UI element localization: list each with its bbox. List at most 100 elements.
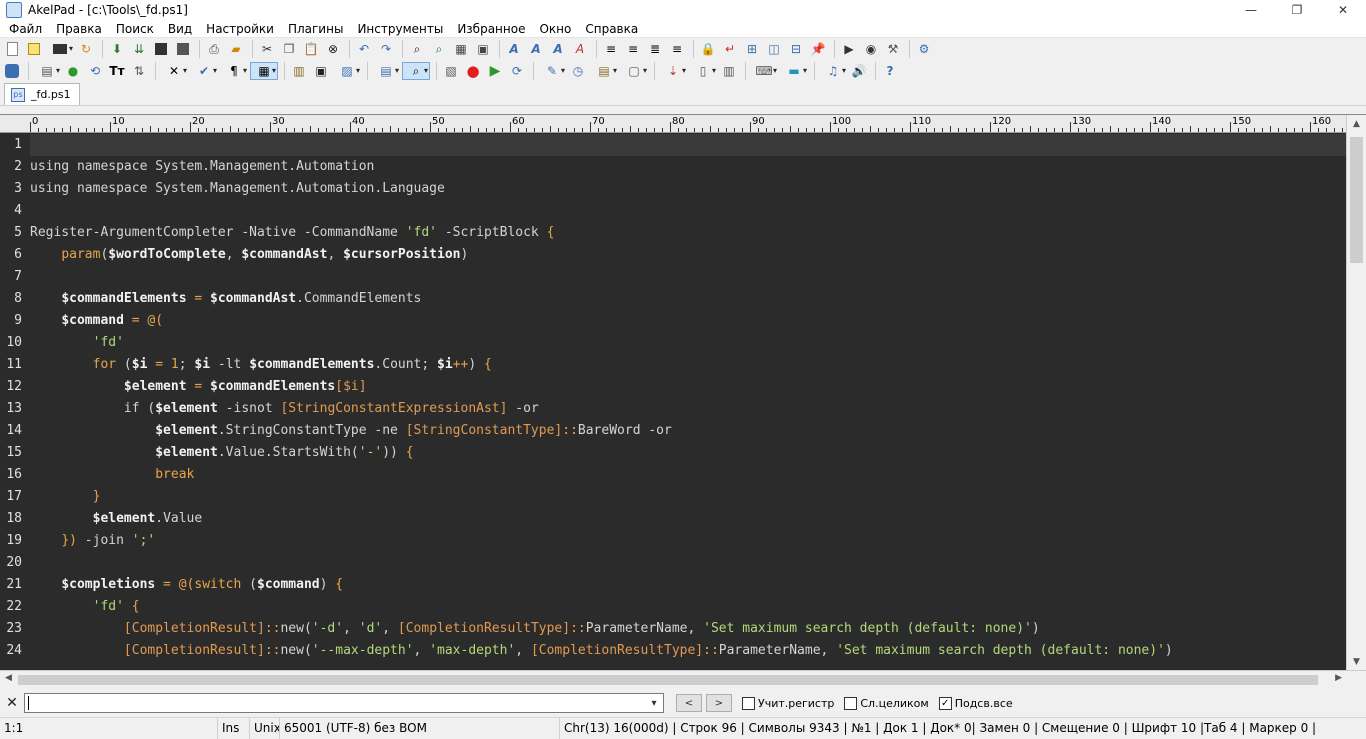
code-line[interactable]: $element.Value — [30, 508, 1346, 530]
reopen-icon[interactable]: ↻ — [76, 40, 96, 58]
tools-icon[interactable]: ⚒ — [883, 40, 903, 58]
scroll-right-icon[interactable]: ▶ — [1335, 673, 1342, 683]
code-line[interactable]: [CompletionResult]::new('-d', 'd', [Comp… — [30, 618, 1346, 640]
music-icon[interactable]: ♫ — [819, 62, 847, 80]
vertical-scrollbar[interactable]: ▲ ▼ — [1346, 115, 1366, 671]
help-icon[interactable]: ? — [880, 62, 900, 80]
save-session-icon[interactable]: ▣ — [311, 62, 331, 80]
scroll-thumb[interactable] — [1350, 137, 1363, 263]
split-horizontal-icon[interactable]: ⊟ — [786, 40, 806, 58]
code-area[interactable]: using namespace System.Management.Automa… — [30, 134, 1346, 671]
coder-icon[interactable]: ▤ — [33, 62, 61, 80]
code-line[interactable]: param($wordToComplete, $commandAst, $cur… — [30, 244, 1346, 266]
redo-icon[interactable]: ↷ — [376, 40, 396, 58]
code-line[interactable]: $element = $commandElements[$i] — [30, 376, 1346, 398]
find-icon[interactable]: ⌕ — [407, 40, 427, 58]
clock-icon[interactable]: ◷ — [568, 62, 588, 80]
align-justify-icon[interactable]: ≣ — [645, 40, 665, 58]
options-icon[interactable]: ⚙ — [914, 40, 934, 58]
menu-settings[interactable]: Настройки — [199, 20, 281, 38]
menu-search[interactable]: Поиск — [109, 20, 161, 38]
speech-icon[interactable]: 🔊 — [849, 62, 869, 80]
font-color-icon[interactable]: A — [526, 40, 546, 58]
autocomplete-icon[interactable]: ⟲ — [85, 62, 105, 80]
spellcheck-icon[interactable]: ✔ — [190, 62, 218, 80]
code-line[interactable] — [30, 134, 1346, 156]
save-copy-icon[interactable] — [173, 40, 193, 58]
paragraph-icon[interactable]: ¶ — [220, 62, 248, 80]
editor[interactable]: 0 10 20 30 40 50 60 70 80 90 100 110 120 130 140 150 160… — [0, 114, 1366, 671]
save-icon[interactable]: ⬇ — [107, 40, 127, 58]
search-mode-icon[interactable]: ⌕ — [402, 62, 430, 80]
status-newline[interactable]: Unix — [250, 717, 280, 739]
sort-lines-icon[interactable]: ⇣ — [659, 62, 687, 80]
code-line[interactable]: using namespace System.Management.Automa… — [30, 178, 1346, 200]
scripts-icon[interactable]: ✎ — [538, 62, 566, 80]
print-preview-icon[interactable]: ▰ — [226, 40, 246, 58]
align-center-icon[interactable]: ≡ — [623, 40, 643, 58]
align-right-icon[interactable]: ≡ — [667, 40, 687, 58]
highlight-all-checkbox[interactable]: ✓ Подсв.все — [938, 696, 1013, 710]
format-icon[interactable]: ▤ — [372, 62, 400, 80]
menu-edit[interactable]: Правка — [49, 20, 109, 38]
status-insert-mode[interactable]: Ins — [218, 717, 250, 739]
find-next-button[interactable]: > — [706, 694, 732, 712]
find-input[interactable]: ▾ — [24, 693, 664, 713]
code-line[interactable]: using namespace System.Management.Automa… — [30, 156, 1346, 178]
close-button[interactable]: ✕ — [1320, 0, 1366, 20]
code-line[interactable]: $completions = @(switch ($command) { — [30, 574, 1346, 596]
menu-view[interactable]: Вид — [161, 20, 199, 38]
print-icon[interactable]: ⎙ — [204, 40, 224, 58]
split-vertical-icon[interactable]: ◫ — [764, 40, 784, 58]
macro-icon[interactable]: ▧ — [441, 62, 461, 80]
text-transform-icon[interactable]: Tт — [107, 62, 127, 80]
align-left-icon[interactable]: ≡ — [601, 40, 621, 58]
highlight-icon[interactable]: ● — [63, 62, 83, 80]
maximize-button[interactable]: ❐ — [1274, 0, 1320, 20]
new-window-icon[interactable] — [24, 40, 44, 58]
code-line[interactable] — [30, 200, 1346, 222]
keyboard-icon[interactable]: ⌨ — [750, 62, 778, 80]
code-line[interactable]: [CompletionResult]::new('--max-depth', '… — [30, 640, 1346, 662]
delete-icon[interactable]: ⊗ — [323, 40, 343, 58]
find-prev-button[interactable]: < — [676, 694, 702, 712]
image-icon[interactable]: ▨ — [333, 62, 361, 80]
line-board-icon[interactable]: ▥ — [719, 62, 739, 80]
code-line[interactable]: Register-ArgumentCompleter -Native -Comm… — [30, 222, 1346, 244]
scroll-down-icon[interactable]: ▼ — [1347, 653, 1366, 671]
menu-favorites[interactable]: Избранное — [450, 20, 532, 38]
code-line[interactable]: $element.StringConstantType -ne [StringC… — [30, 420, 1346, 442]
split-window-icon[interactable]: ⊞ — [742, 40, 762, 58]
close-find-icon[interactable]: ✕ — [0, 695, 24, 711]
minimap-icon[interactable]: ▬ — [780, 62, 808, 80]
status-position[interactable]: 1:1 — [0, 717, 218, 739]
repeat-macro-icon[interactable]: ⟳ — [507, 62, 527, 80]
chevron-down-icon[interactable]: ▾ — [645, 694, 663, 712]
paste-icon[interactable]: 📋 — [301, 40, 321, 58]
code-line[interactable]: $element.Value.StartsWith('-')) { — [30, 442, 1346, 464]
close-tag-icon[interactable]: ✕ — [160, 62, 188, 80]
cut-icon[interactable]: ✂ — [257, 40, 277, 58]
templates-icon[interactable]: ▤ — [590, 62, 618, 80]
find-next-icon[interactable]: ⌕ — [429, 40, 449, 58]
snippets-icon[interactable]: ▢ — [620, 62, 648, 80]
code-line[interactable]: $commandElements = $commandAst.CommandEl… — [30, 288, 1346, 310]
open-file-icon[interactable] — [46, 40, 74, 58]
code-line[interactable] — [30, 552, 1346, 574]
whole-word-checkbox[interactable]: Сл.целиком — [844, 696, 929, 710]
code-line[interactable]: 'fd' { — [30, 596, 1346, 618]
code-line[interactable]: break — [30, 464, 1346, 486]
lock-icon[interactable]: 🔒 — [698, 40, 718, 58]
code-line[interactable]: if ($element -isnot [StringConstantExpre… — [30, 398, 1346, 420]
font-bold-icon[interactable]: A — [548, 40, 568, 58]
view-mode-icon[interactable]: ▦ — [250, 62, 278, 80]
goto-line-icon[interactable]: ▣ — [473, 40, 493, 58]
column-icon[interactable]: ▯ — [689, 62, 717, 80]
match-case-checkbox[interactable]: Учит.регистр — [742, 696, 834, 710]
play-icon[interactable]: ▶ — [839, 40, 859, 58]
menu-plugins[interactable]: Плагины — [281, 20, 350, 38]
record-icon[interactable]: ◉ — [861, 40, 881, 58]
scroll-up-icon[interactable]: ▲ — [1347, 115, 1366, 133]
code-line[interactable]: }) -join ';' — [30, 530, 1346, 552]
menu-file[interactable]: Файл — [2, 20, 49, 38]
